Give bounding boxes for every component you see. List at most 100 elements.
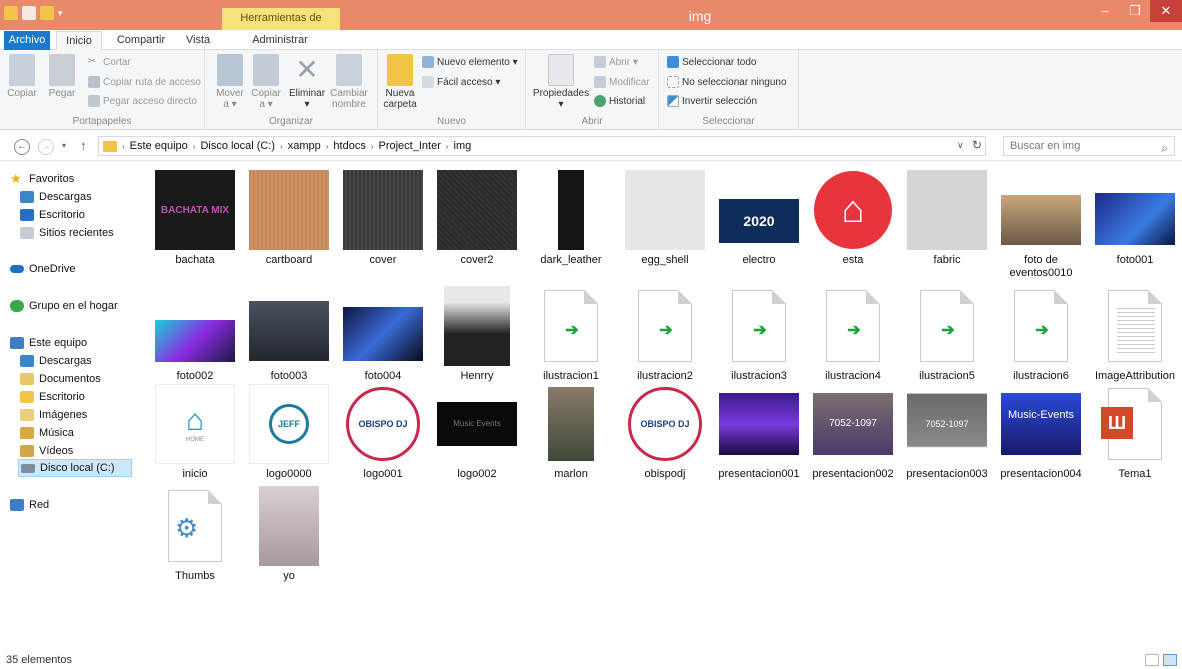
copy-path-button[interactable]: Copiar ruta de acceso (88, 76, 201, 88)
nav-disco-local[interactable]: Disco local (C:) (18, 459, 132, 477)
address-history-dropdown[interactable]: ∨ (957, 140, 964, 151)
minimize-button[interactable]: ‒ (1090, 0, 1120, 22)
nav-escritorio-2[interactable]: Escritorio (20, 388, 85, 406)
new-folder-icon[interactable] (40, 6, 54, 20)
cut-button[interactable]: ✂ Cortar (88, 56, 131, 68)
nav-onedrive[interactable]: OneDrive (10, 260, 75, 278)
nav-musica[interactable]: Música (20, 424, 74, 442)
breadcrumb-htdocs[interactable]: htdocs (333, 140, 365, 152)
open-button[interactable]: Abrir ▾ (594, 56, 638, 68)
nav-favoritos[interactable]: ★ Favoritos (10, 170, 74, 188)
new-folder-button[interactable]: Nueva carpeta (382, 52, 418, 110)
file-item[interactable]: yo (244, 478, 334, 588)
file-item[interactable]: ➔ ilustracion3 (714, 278, 804, 388)
file-item[interactable]: cover2 (432, 162, 522, 272)
back-button[interactable]: ← (14, 139, 30, 155)
file-item[interactable]: foto004 (338, 278, 428, 388)
file-item[interactable]: cartboard (244, 162, 334, 272)
file-item[interactable]: Music Events logo002 (432, 376, 522, 486)
close-button[interactable]: ✕ (1150, 0, 1182, 22)
tab-vista[interactable]: Vista (178, 31, 218, 50)
nav-este-equipo[interactable]: Este equipo (10, 334, 87, 352)
nav-sitios-recientes[interactable]: Sitios recientes (20, 224, 114, 242)
file-item[interactable]: 7052-1097 presentacion003 (902, 376, 992, 486)
breadcrumb-disco-local[interactable]: Disco local (C:) (200, 140, 275, 152)
file-item[interactable]: Ш Tema1 (1090, 376, 1180, 486)
file-item[interactable]: ImageAttribution (1090, 278, 1180, 388)
file-item[interactable]: OBISPO DJ obispodj (620, 376, 710, 486)
tab-compartir[interactable]: Compartir (108, 31, 174, 50)
details-view-icon[interactable] (1145, 654, 1159, 666)
file-item[interactable]: Music-Events presentacion004 (996, 376, 1086, 486)
breadcrumb-separator[interactable]: › (193, 142, 196, 151)
recent-locations-dropdown[interactable]: ▾ (62, 141, 66, 150)
file-item[interactable]: cover (338, 162, 428, 272)
file-item[interactable]: marlon (526, 376, 616, 486)
breadcrumb-project-inter[interactable]: Project_Inter (379, 140, 441, 152)
copy-button[interactable]: Copiar (6, 52, 38, 99)
invert-selection-button[interactable]: Invertir selección (667, 95, 757, 107)
tab-archivo[interactable]: Archivo (4, 31, 50, 50)
maximize-button[interactable]: ❐ (1120, 0, 1150, 22)
nav-escritorio[interactable]: Escritorio (20, 206, 85, 224)
breadcrumb-separator[interactable]: › (446, 142, 449, 151)
file-item[interactable]: 2020 electro (714, 162, 804, 272)
forward-button[interactable]: → (38, 139, 54, 155)
file-item[interactable]: ➔ ilustracion5 (902, 278, 992, 388)
history-button[interactable]: Historial (594, 95, 645, 107)
file-item[interactable]: OBISPO DJ logo001 (338, 376, 428, 486)
properties-icon[interactable] (22, 6, 36, 20)
breadcrumb-separator[interactable]: › (326, 142, 329, 151)
file-item[interactable]: ➔ ilustracion4 (808, 278, 898, 388)
breadcrumb-este-equipo[interactable]: Este equipo (130, 140, 188, 152)
nav-documentos[interactable]: Documentos (20, 370, 101, 388)
file-item[interactable]: presentacion001 (714, 376, 804, 486)
search-input[interactable]: Buscar en img ⌕ (1003, 136, 1175, 156)
file-item[interactable]: ⚙ Thumbs (150, 478, 240, 588)
select-all-button[interactable]: Seleccionar todo (667, 56, 757, 68)
file-item[interactable]: foto002 (150, 278, 240, 388)
easy-access-button[interactable]: Fácil acceso ▾ (422, 76, 500, 88)
file-item[interactable]: dark_leather (526, 162, 616, 272)
paste-button[interactable]: Pegar (44, 52, 80, 99)
file-item[interactable]: ⌂ esta (808, 162, 898, 272)
rename-button[interactable]: Cambiar nombre (327, 52, 371, 110)
address-bar[interactable]: › Este equipo › Disco local (C:) › xampp… (98, 136, 986, 156)
nav-red[interactable]: Red (10, 496, 49, 514)
file-item[interactable]: ➔ ilustracion6 (996, 278, 1086, 388)
file-item[interactable]: fabric (902, 162, 992, 272)
edit-button[interactable]: Modificar (594, 76, 650, 88)
up-button[interactable]: ↑ (80, 138, 87, 153)
file-item[interactable]: 7052-1097 presentacion002 (808, 376, 898, 486)
file-item[interactable]: foto003 (244, 278, 334, 388)
nav-grupo-hogar[interactable]: Grupo en el hogar (10, 297, 118, 315)
breadcrumb-img[interactable]: img (454, 140, 472, 152)
file-item[interactable]: BACHATA MIX bachata (150, 162, 240, 272)
copy-to-button[interactable]: Copiar a ▾ (249, 52, 283, 110)
large-icons-view-icon[interactable] (1163, 654, 1177, 666)
tab-administrar[interactable]: Administrar (244, 31, 316, 50)
paste-shortcut-button[interactable]: Pegar acceso directo (88, 95, 197, 107)
tab-inicio[interactable]: Inicio (56, 31, 102, 50)
file-item[interactable]: JEFF logo0000 (244, 376, 334, 486)
select-none-button[interactable]: No seleccionar ninguno (667, 76, 787, 88)
refresh-button[interactable]: ↻ (972, 138, 982, 152)
delete-button[interactable]: ✕ Eliminar ▾ (287, 52, 327, 110)
file-item[interactable]: ⌂ HOME inicio (150, 376, 240, 486)
nav-descargas[interactable]: Descargas (20, 188, 92, 206)
nav-imagenes[interactable]: Imágenes (20, 406, 87, 424)
breadcrumb-separator[interactable]: › (371, 142, 374, 151)
file-item[interactable]: foto de eventos0010 (996, 162, 1086, 279)
customize-toolbar-icon[interactable]: ▾ (58, 6, 66, 20)
breadcrumb-xampp[interactable]: xampp (288, 140, 321, 152)
properties-button[interactable]: Propiedades ▾ (530, 52, 592, 110)
nav-descargas-2[interactable]: Descargas (20, 352, 92, 370)
file-item[interactable]: Henrry (432, 278, 522, 388)
file-item[interactable]: foto001 (1090, 162, 1180, 272)
move-to-button[interactable]: Mover a ▾ (213, 52, 247, 110)
file-item[interactable]: egg_shell (620, 162, 710, 272)
file-item[interactable]: ➔ ilustracion1 (526, 278, 616, 388)
nav-videos[interactable]: Vídeos (20, 442, 73, 460)
file-item[interactable]: ➔ ilustracion2 (620, 278, 710, 388)
new-item-button[interactable]: Nuevo elemento ▾ (422, 56, 518, 68)
